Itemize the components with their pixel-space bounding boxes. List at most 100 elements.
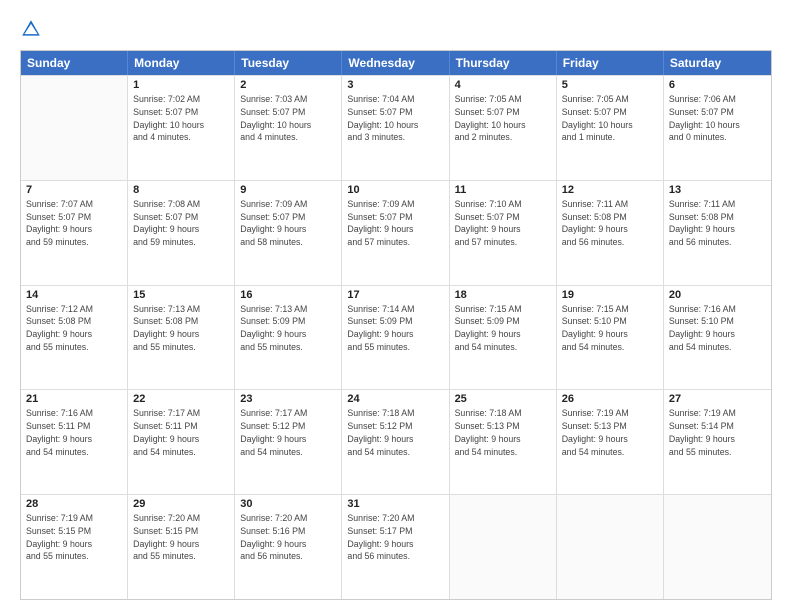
cell-info: Sunrise: 7:13 AM Sunset: 5:09 PM Dayligh… <box>240 303 336 354</box>
week-row-4: 21 Sunrise: 7:16 AM Sunset: 5:11 PM Dayli… <box>21 389 771 494</box>
cell-date: 25 <box>455 393 551 405</box>
day-header-monday: Monday <box>128 51 235 75</box>
cell-info: Sunrise: 7:17 AM Sunset: 5:11 PM Dayligh… <box>133 407 229 458</box>
cell-info: Sunrise: 7:16 AM Sunset: 5:11 PM Dayligh… <box>26 407 122 458</box>
cell-info: Sunrise: 7:12 AM Sunset: 5:08 PM Dayligh… <box>26 303 122 354</box>
cell-date: 30 <box>240 498 336 510</box>
table-row <box>21 76 128 180</box>
cell-info: Sunrise: 7:13 AM Sunset: 5:08 PM Dayligh… <box>133 303 229 354</box>
page: SundayMondayTuesdayWednesdayThursdayFrid… <box>0 0 792 612</box>
table-row <box>664 495 771 599</box>
calendar-body: 1 Sunrise: 7:02 AM Sunset: 5:07 PM Daylig… <box>21 75 771 599</box>
cell-date: 5 <box>562 79 658 91</box>
cell-info: Sunrise: 7:17 AM Sunset: 5:12 PM Dayligh… <box>240 407 336 458</box>
cell-info: Sunrise: 7:02 AM Sunset: 5:07 PM Dayligh… <box>133 93 229 144</box>
table-row: 6 Sunrise: 7:06 AM Sunset: 5:07 PM Daylig… <box>664 76 771 180</box>
table-row: 20 Sunrise: 7:16 AM Sunset: 5:10 PM Dayli… <box>664 286 771 390</box>
cell-info: Sunrise: 7:03 AM Sunset: 5:07 PM Dayligh… <box>240 93 336 144</box>
cell-date: 6 <box>669 79 766 91</box>
table-row: 29 Sunrise: 7:20 AM Sunset: 5:15 PM Dayli… <box>128 495 235 599</box>
cell-info: Sunrise: 7:19 AM Sunset: 5:15 PM Dayligh… <box>26 512 122 563</box>
week-row-3: 14 Sunrise: 7:12 AM Sunset: 5:08 PM Dayli… <box>21 285 771 390</box>
cell-info: Sunrise: 7:16 AM Sunset: 5:10 PM Dayligh… <box>669 303 766 354</box>
cell-date: 2 <box>240 79 336 91</box>
calendar: SundayMondayTuesdayWednesdayThursdayFrid… <box>20 50 772 600</box>
table-row: 10Sunrise: 7:09 AM Sunset: 5:07 PM Dayli… <box>342 181 449 285</box>
table-row: 8Sunrise: 7:08 AM Sunset: 5:07 PM Daylig… <box>128 181 235 285</box>
table-row: 23Sunrise: 7:17 AM Sunset: 5:12 PM Dayli… <box>235 390 342 494</box>
cell-date: 20 <box>669 289 766 301</box>
table-row: 1 Sunrise: 7:02 AM Sunset: 5:07 PM Daylig… <box>128 76 235 180</box>
cell-info: Sunrise: 7:15 AM Sunset: 5:10 PM Dayligh… <box>562 303 658 354</box>
table-row: 17Sunrise: 7:14 AM Sunset: 5:09 PM Dayli… <box>342 286 449 390</box>
table-row: 26 Sunrise: 7:19 AM Sunset: 5:13 PM Dayli… <box>557 390 664 494</box>
cell-info: Sunrise: 7:15 AM Sunset: 5:09 PM Dayligh… <box>455 303 551 354</box>
table-row: 24 Sunrise: 7:18 AM Sunset: 5:12 PM Dayli… <box>342 390 449 494</box>
cell-date: 8 <box>133 184 229 196</box>
table-row: 21 Sunrise: 7:16 AM Sunset: 5:11 PM Dayli… <box>21 390 128 494</box>
day-header-sunday: Sunday <box>21 51 128 75</box>
cell-date: 24 <box>347 393 443 405</box>
cell-date: 21 <box>26 393 122 405</box>
table-row <box>557 495 664 599</box>
table-row <box>450 495 557 599</box>
table-row: 28 Sunrise: 7:19 AM Sunset: 5:15 PM Dayli… <box>21 495 128 599</box>
week-row-5: 28 Sunrise: 7:19 AM Sunset: 5:15 PM Dayli… <box>21 494 771 599</box>
cell-date: 27 <box>669 393 766 405</box>
cell-date: 26 <box>562 393 658 405</box>
table-row: 13 Sunrise: 7:11 AM Sunset: 5:08 PM Dayli… <box>664 181 771 285</box>
cell-date: 7 <box>26 184 122 196</box>
table-row: 27Sunrise: 7:19 AM Sunset: 5:14 PM Dayli… <box>664 390 771 494</box>
logo-icon <box>20 18 42 40</box>
table-row: 19Sunrise: 7:15 AM Sunset: 5:10 PM Dayli… <box>557 286 664 390</box>
cell-date: 28 <box>26 498 122 510</box>
day-header-friday: Friday <box>557 51 664 75</box>
cell-info: Sunrise: 7:05 AM Sunset: 5:07 PM Dayligh… <box>455 93 551 144</box>
cell-info: Sunrise: 7:20 AM Sunset: 5:15 PM Dayligh… <box>133 512 229 563</box>
cell-info: Sunrise: 7:18 AM Sunset: 5:12 PM Dayligh… <box>347 407 443 458</box>
cell-info: Sunrise: 7:20 AM Sunset: 5:17 PM Dayligh… <box>347 512 443 563</box>
day-header-wednesday: Wednesday <box>342 51 449 75</box>
cell-date: 16 <box>240 289 336 301</box>
header <box>20 18 772 40</box>
cell-info: Sunrise: 7:09 AM Sunset: 5:07 PM Dayligh… <box>347 198 443 249</box>
cell-info: Sunrise: 7:11 AM Sunset: 5:08 PM Dayligh… <box>669 198 766 249</box>
day-header-saturday: Saturday <box>664 51 771 75</box>
cell-date: 1 <box>133 79 229 91</box>
table-row: 4 Sunrise: 7:05 AM Sunset: 5:07 PM Daylig… <box>450 76 557 180</box>
logo <box>20 18 44 40</box>
table-row: 14 Sunrise: 7:12 AM Sunset: 5:08 PM Dayli… <box>21 286 128 390</box>
week-row-1: 1 Sunrise: 7:02 AM Sunset: 5:07 PM Daylig… <box>21 75 771 180</box>
cell-info: Sunrise: 7:18 AM Sunset: 5:13 PM Dayligh… <box>455 407 551 458</box>
table-row: 31 Sunrise: 7:20 AM Sunset: 5:17 PM Dayli… <box>342 495 449 599</box>
cell-info: Sunrise: 7:06 AM Sunset: 5:07 PM Dayligh… <box>669 93 766 144</box>
cell-info: Sunrise: 7:10 AM Sunset: 5:07 PM Dayligh… <box>455 198 551 249</box>
table-row: 22 Sunrise: 7:17 AM Sunset: 5:11 PM Dayli… <box>128 390 235 494</box>
table-row: 2 Sunrise: 7:03 AM Sunset: 5:07 PM Daylig… <box>235 76 342 180</box>
cell-info: Sunrise: 7:05 AM Sunset: 5:07 PM Dayligh… <box>562 93 658 144</box>
cell-date: 13 <box>669 184 766 196</box>
calendar-header: SundayMondayTuesdayWednesdayThursdayFrid… <box>21 51 771 75</box>
cell-date: 31 <box>347 498 443 510</box>
cell-date: 11 <box>455 184 551 196</box>
cell-date: 12 <box>562 184 658 196</box>
week-row-2: 7 Sunrise: 7:07 AM Sunset: 5:07 PM Daylig… <box>21 180 771 285</box>
table-row: 7 Sunrise: 7:07 AM Sunset: 5:07 PM Daylig… <box>21 181 128 285</box>
cell-info: Sunrise: 7:19 AM Sunset: 5:13 PM Dayligh… <box>562 407 658 458</box>
cell-date: 18 <box>455 289 551 301</box>
cell-date: 9 <box>240 184 336 196</box>
cell-info: Sunrise: 7:07 AM Sunset: 5:07 PM Dayligh… <box>26 198 122 249</box>
table-row: 5 Sunrise: 7:05 AM Sunset: 5:07 PM Daylig… <box>557 76 664 180</box>
cell-date: 4 <box>455 79 551 91</box>
day-header-tuesday: Tuesday <box>235 51 342 75</box>
table-row: 11 Sunrise: 7:10 AM Sunset: 5:07 PM Dayli… <box>450 181 557 285</box>
table-row: 9Sunrise: 7:09 AM Sunset: 5:07 PM Daylig… <box>235 181 342 285</box>
table-row: 3Sunrise: 7:04 AM Sunset: 5:07 PM Daylig… <box>342 76 449 180</box>
table-row: 12Sunrise: 7:11 AM Sunset: 5:08 PM Dayli… <box>557 181 664 285</box>
table-row: 16 Sunrise: 7:13 AM Sunset: 5:09 PM Dayli… <box>235 286 342 390</box>
cell-date: 29 <box>133 498 229 510</box>
cell-date: 15 <box>133 289 229 301</box>
cell-date: 22 <box>133 393 229 405</box>
cell-date: 14 <box>26 289 122 301</box>
table-row: 25 Sunrise: 7:18 AM Sunset: 5:13 PM Dayli… <box>450 390 557 494</box>
